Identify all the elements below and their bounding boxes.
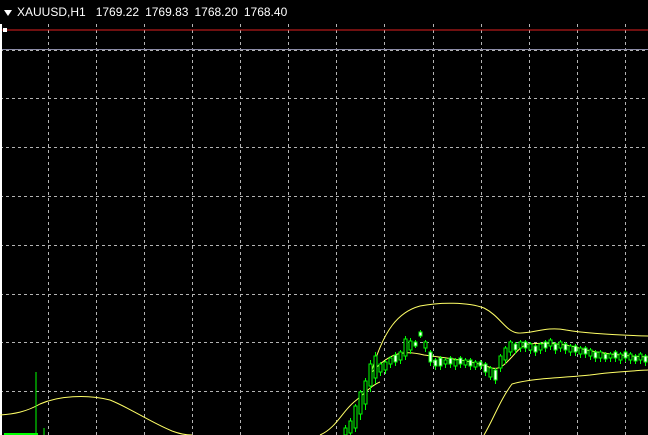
- candle-body: [553, 343, 558, 351]
- candle-body: [643, 355, 648, 363]
- candle-body: [628, 353, 633, 361]
- candlestick-series: [343, 330, 648, 435]
- candle-body: [593, 351, 598, 359]
- candle-body: [438, 357, 443, 367]
- candle-body: [373, 355, 378, 379]
- candle-body: [483, 363, 488, 373]
- chart-header: XAUUSD,H1 1769.22 1769.83 1768.20 1768.4…: [4, 4, 293, 20]
- symbol-timeframe-label: XAUUSD,H1: [17, 5, 86, 19]
- candle-body: [343, 427, 348, 435]
- candle-body: [408, 340, 413, 351]
- candle-body: [458, 357, 463, 365]
- candle-body: [428, 351, 433, 363]
- candle-body: [638, 353, 643, 361]
- candle-body: [513, 343, 518, 351]
- candle-body: [383, 361, 388, 371]
- candle-body: [348, 420, 353, 434]
- candle-body: [613, 351, 618, 359]
- candle-body: [358, 391, 363, 415]
- high-price-value: 1769.83: [145, 5, 189, 19]
- candle-body: [498, 355, 503, 369]
- close-price-value: 1768.40: [243, 5, 288, 19]
- candle-body: [508, 341, 513, 353]
- candle-body: [543, 341, 548, 349]
- candle-body: [603, 353, 608, 360]
- candle-body: [388, 357, 393, 365]
- candle-body: [558, 341, 563, 349]
- candle-body: [588, 349, 593, 357]
- candle-body: [378, 363, 383, 373]
- chart-window[interactable]: XAUUSD,H1 1769.22 1769.83 1768.20 1768.4…: [0, 0, 648, 435]
- candle-body: [618, 353, 623, 361]
- candle-body: [433, 359, 438, 367]
- candle-body: [463, 359, 468, 366]
- candle-body: [538, 343, 543, 351]
- open-price-value: 1769.22: [95, 5, 140, 19]
- candle-body: [413, 341, 418, 347]
- candle-body: [623, 351, 628, 359]
- current-price-marker: [3, 28, 7, 32]
- low-price-value: 1768.20: [194, 5, 238, 19]
- candle-body: [448, 357, 453, 365]
- candle-body: [368, 363, 373, 387]
- candle-body: [473, 361, 478, 368]
- candle-body: [353, 405, 358, 429]
- candle-body: [503, 347, 508, 361]
- candle-body: [598, 351, 603, 359]
- candle-body: [633, 355, 638, 362]
- collapse-triangle-icon[interactable]: [4, 9, 12, 16]
- candle-body: [468, 359, 473, 367]
- candle-body: [478, 361, 483, 367]
- candle-body: [578, 347, 583, 355]
- candle-body: [363, 380, 368, 405]
- candle-body: [563, 343, 568, 351]
- candle-body: [453, 359, 458, 367]
- candle-body: [443, 359, 448, 365]
- candle-body: [583, 347, 588, 355]
- candle-body: [423, 341, 428, 349]
- candle-body: [493, 369, 498, 381]
- candle-body: [393, 354, 398, 363]
- bollinger-upper-band: [371, 302, 648, 371]
- candle-body: [528, 343, 533, 351]
- candle-body: [398, 351, 403, 361]
- candle-body: [608, 353, 613, 359]
- candle-body: [533, 345, 538, 353]
- candle-body: [568, 345, 573, 353]
- chart-left-border: [0, 24, 2, 435]
- price-chart[interactable]: [0, 0, 648, 435]
- candle-body: [518, 341, 523, 349]
- candle-body: [573, 345, 578, 353]
- candle-body: [488, 367, 493, 378]
- candle-body: [418, 331, 423, 337]
- candle-body: [548, 339, 553, 347]
- candle-body: [523, 341, 528, 349]
- chart-grid: [0, 24, 648, 435]
- candle-body: [403, 338, 408, 357]
